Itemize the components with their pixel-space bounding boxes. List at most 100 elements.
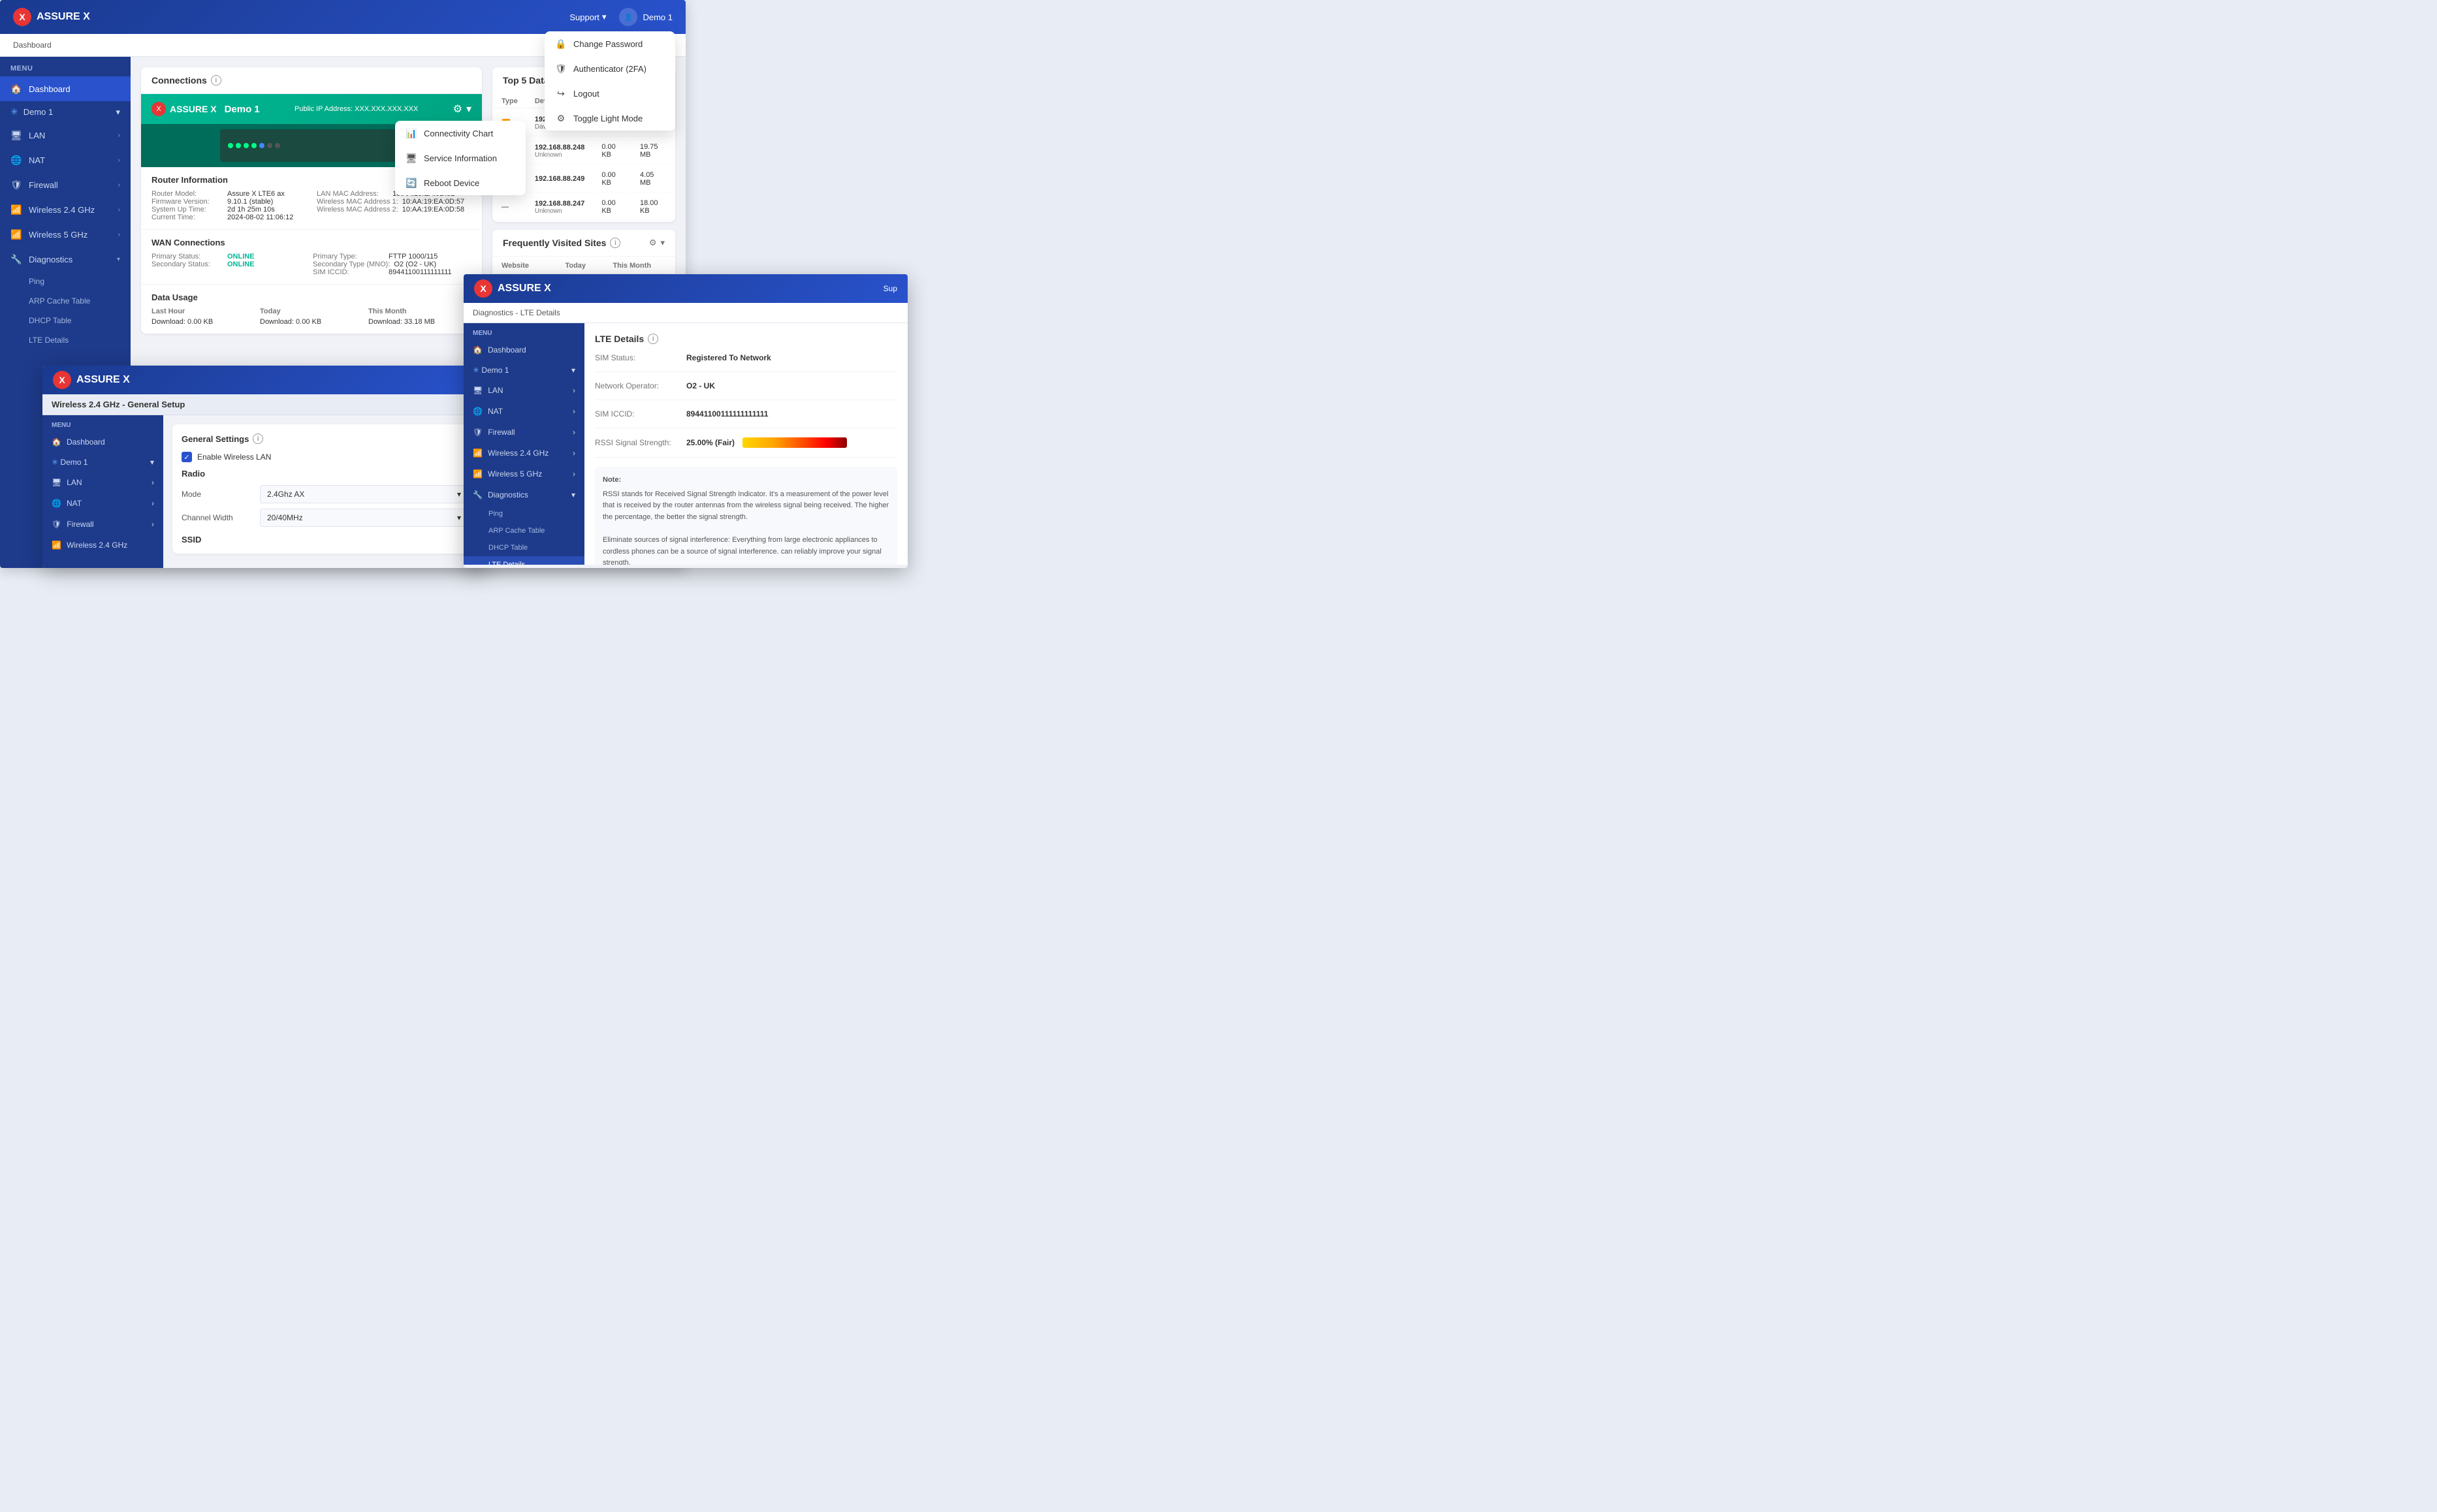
chevron-down-icon7: ▾ (571, 366, 575, 375)
lsb-firewall[interactable]: 🛡 Firewall › (464, 422, 584, 443)
sidebar-item-nat[interactable]: 🌐 NAT › (0, 148, 131, 172)
enable-wireless-checkbox[interactable]: ✓ (182, 452, 192, 462)
change-password-item[interactable]: 🔒 Change Password (545, 31, 675, 56)
avatar: 👤 (619, 8, 637, 26)
wireless-logo-icon: X (53, 371, 71, 389)
wifi24-icon2: 📶 (52, 541, 61, 550)
asterisk-icon: ✳ (10, 106, 18, 118)
signal-bar (742, 437, 847, 448)
nat-icon3: 🌐 (473, 407, 483, 416)
lsb-nat[interactable]: 🌐 NAT › (464, 401, 584, 422)
lte-sim-status-row: SIM Status: Registered To Network (595, 353, 897, 372)
lsb-dhcp[interactable]: DHCP Table (464, 539, 584, 556)
lte-window: X ASSURE X Sup Diagnostics - LTE Details… (464, 274, 908, 568)
connections-header: Connections i (141, 67, 482, 94)
chevron-right-icon7: › (151, 499, 154, 508)
sidebar-item-demo1[interactable]: ✳ Demo 1 ▾ (0, 101, 131, 123)
lsb-wireless5[interactable]: 📶 Wireless 5 GHz › (464, 464, 584, 484)
gear-icon: ⚙ (555, 112, 567, 124)
chevron-right-icon: › (118, 132, 120, 139)
lte-operator-row: Network Operator: O2 - UK (595, 381, 897, 400)
sidebar-item-wireless24[interactable]: 📶 Wireless 2.4 GHz › (0, 197, 131, 222)
lsb-wireless24[interactable]: 📶 Wireless 2.4 GHz › (464, 443, 584, 464)
lte-logo-icon: X (474, 279, 492, 298)
led-1 (228, 143, 233, 148)
sidebar-item-lan[interactable]: 🖥 LAN › (0, 123, 131, 148)
chevron-right-icon10: › (573, 407, 575, 416)
connection-banner: X ASSURE X Demo 1 Public IP Address: XXX… (141, 94, 482, 124)
support-button[interactable]: Support ▾ (569, 12, 606, 22)
enable-wireless-row: ✓ Enable Wireless LAN (182, 452, 468, 462)
toggle-light-item[interactable]: ⚙ Toggle Light Mode (545, 106, 675, 131)
lsb-demo1[interactable]: ✳ Demo 1 ▾ (464, 360, 584, 380)
lsb-lan[interactable]: 🖥 LAN › (464, 380, 584, 401)
settings-info-icon[interactable]: i (253, 433, 263, 444)
channel-width-select[interactable]: 20/40MHz ▾ (260, 509, 468, 527)
freq-sites-info-icon[interactable]: i (610, 238, 620, 248)
sidebar-sub-arp[interactable]: ARP Cache Table (0, 291, 131, 311)
connectivity-chart-item[interactable]: 📊 Connectivity Chart (395, 121, 526, 146)
chevron-right-icon8: › (151, 520, 154, 529)
sidebar-item-diagnostics[interactable]: 🔧 Diagnostics ▾ (0, 247, 131, 272)
mode-row: Mode 2.4Ghz AX ▾ (182, 485, 468, 503)
connections-info-icon[interactable]: i (211, 75, 221, 86)
conn-settings-button[interactable]: ⚙ ▾ (453, 102, 471, 116)
wsb-firewall[interactable]: 🛡 Firewall › (42, 514, 163, 535)
user-button[interactable]: 👤 Demo 1 (619, 8, 673, 26)
chevron-down-icon5: ▾ (457, 490, 461, 499)
led-5 (259, 143, 264, 148)
logout-item[interactable]: ↪ Logout (545, 81, 675, 106)
sidebar-sub-ping[interactable]: Ping (0, 272, 131, 291)
lsb-ping[interactable]: Ping (464, 505, 584, 522)
connections-card: Connections i X ASSURE X Demo 1 (141, 67, 482, 334)
wireless-logo: X ASSURE X (53, 371, 130, 389)
led-2 (236, 143, 241, 148)
chevron-down-icon6: ▾ (457, 513, 461, 522)
authenticator-item[interactable]: 🛡 Authenticator (2FA) (545, 56, 675, 81)
home-icon3: 🏠 (473, 345, 483, 354)
chevron-down-icon: ▾ (116, 107, 120, 118)
freq-sites-header: Frequently Visited Sites i ⚙ ▾ (492, 230, 675, 257)
chevron-down-icon8: ▾ (571, 490, 575, 499)
service-info-item[interactable]: 🖥 Service Information (395, 146, 526, 170)
wsb-lan[interactable]: 🖥 LAN › (42, 472, 163, 493)
chevron-right-icon9: › (573, 386, 575, 395)
reboot-item[interactable]: 🔄 Reboot Device (395, 170, 526, 195)
sidebar-sub-lte[interactable]: LTE Details (0, 330, 131, 350)
lsb-lte[interactable]: LTE Details (464, 556, 584, 565)
lte-logo: X ASSURE X (474, 279, 551, 298)
logout-icon: ↪ (555, 87, 567, 99)
wsb-dashboard[interactable]: 🏠 Dashboard (42, 432, 163, 452)
sidebar-item-wireless5[interactable]: 📶 Wireless 5 GHz › (0, 222, 131, 247)
wsb-wireless24[interactable]: 📶 Wireless 2.4 GHz (42, 535, 163, 556)
sidebar-item-dashboard[interactable]: 🏠 Dashboard (0, 76, 131, 101)
chevron-down-icon3[interactable]: ▾ (660, 238, 665, 248)
chevron-right-icon11: › (573, 428, 575, 437)
refresh-icon: 🔄 (406, 177, 417, 189)
gear-icon2[interactable]: ⚙ (649, 238, 657, 248)
data-usage-section: Data Usage Last Hour Download: 0.00 KB T (141, 284, 482, 334)
lte-info-icon[interactable]: i (648, 334, 658, 344)
lsb-dashboard[interactable]: 🏠 Dashboard (464, 339, 584, 360)
lte-win-header: X ASSURE X Sup (464, 274, 908, 303)
logo-icon: X (13, 8, 31, 26)
mode-select[interactable]: 2.4Ghz AX ▾ (260, 485, 468, 503)
context-menu: 📊 Connectivity Chart 🖥 Service Informati… (395, 121, 526, 195)
dropdown-menu: 🔒 Change Password 🛡 Authenticator (2FA) … (545, 31, 675, 131)
lsb-diagnostics[interactable]: 🔧 Diagnostics ▾ (464, 484, 584, 505)
wireless-window: X ASSURE X Wireless 2.4 GHz - General Se… (42, 366, 486, 568)
chevron-down-icon4: ▾ (150, 458, 154, 467)
home-icon: 🏠 (10, 83, 22, 95)
chevron-right-icon2: › (118, 157, 120, 164)
chevron-right-icon6: › (151, 478, 154, 487)
sidebar-item-firewall[interactable]: 🛡 Firewall › (0, 172, 131, 197)
table-row: — 192.168.88.247 Unknown 0.00 KB 18.00 K… (494, 194, 674, 221)
wifi5-icon: 📶 (10, 228, 22, 240)
wsb-demo1[interactable]: ✳ Demo 1 ▾ (42, 452, 163, 472)
led-4 (251, 143, 257, 148)
asterisk-icon3: ✳ (473, 366, 479, 375)
wsb-nat[interactable]: 🌐 NAT › (42, 493, 163, 514)
lte-main: LTE Details i SIM Status: Registered To … (584, 323, 908, 565)
lsb-arp[interactable]: ARP Cache Table (464, 522, 584, 539)
sidebar-sub-dhcp[interactable]: DHCP Table (0, 311, 131, 330)
